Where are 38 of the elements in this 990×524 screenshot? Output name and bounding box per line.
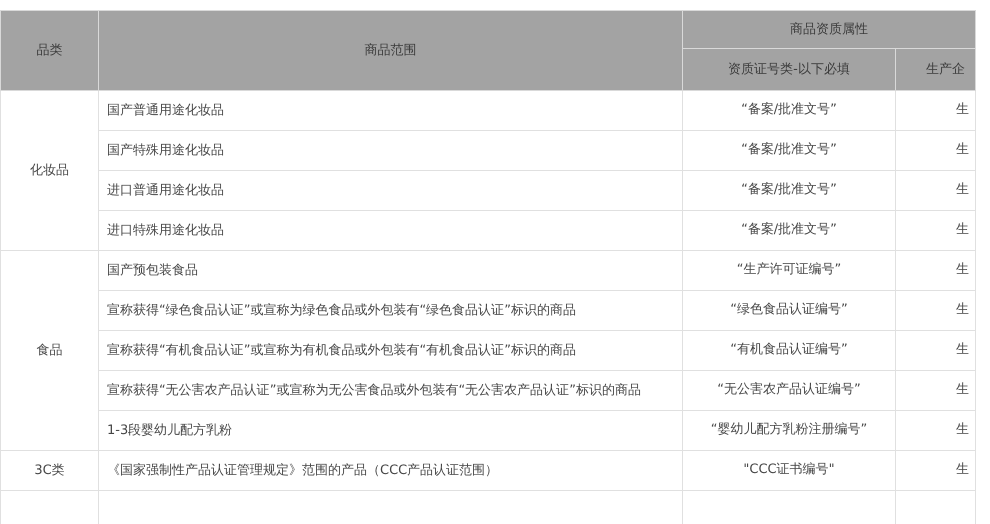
table-cell: “备案/批准文号” xyxy=(682,210,896,250)
table-cell: 生 xyxy=(896,170,976,210)
table-cell: 宣称获得“有机食品认证”或宣称为有机食品或外包装有“有机食品认证”标识的商品 xyxy=(98,330,682,370)
column-header: 生产企 xyxy=(896,48,976,90)
table-cell: 生 xyxy=(896,130,976,170)
table-cell: 生 xyxy=(896,450,976,490)
table-cell: 宣称获得“无公害农产品认证”或宣称为无公害食品或外包装有“无公害农产品认证”标识的商品 xyxy=(98,370,682,410)
table-cell: 生 xyxy=(896,330,976,370)
table-cell: 生 xyxy=(896,410,976,450)
table-cell: 生 xyxy=(896,290,976,330)
table-cell: “绿色食品认证编号” xyxy=(682,290,896,330)
table-cell: 3C类 xyxy=(0,450,98,490)
table-cell: 生 xyxy=(896,90,976,130)
table-cell: 生 xyxy=(896,250,976,290)
table-cell: 《国家强制性产品认证管理规定》范围的产品（CCC产品认证范围） xyxy=(98,450,682,490)
table-cell: “生产许可证编号” xyxy=(682,250,896,290)
column-header: 资质证号类-以下必填 xyxy=(682,48,896,90)
table-cell: "CCC证书编号" xyxy=(682,450,896,490)
table-cell: “有机食品认证编号” xyxy=(682,330,896,370)
table-cell: 生 xyxy=(896,210,976,250)
table-cell: 食品 xyxy=(0,250,98,450)
table-cell: 进口特殊用途化妆品 xyxy=(98,210,682,250)
column-header: 品类 xyxy=(0,10,98,90)
table-cell: 国产特殊用途化妆品 xyxy=(98,130,682,170)
table-cell: “备案/批准文号” xyxy=(682,130,896,170)
table-cell: 国产预包装食品 xyxy=(98,250,682,290)
table-cell: “无公害农产品认证编号” xyxy=(682,370,896,410)
table-cell: 进口普通用途化妆品 xyxy=(98,170,682,210)
table-cell: 生 xyxy=(896,370,976,410)
table-cell: 化妆品 xyxy=(0,90,98,250)
table-cell: 国产普通用途化妆品 xyxy=(98,90,682,130)
table-cell: 宣称获得“绿色食品认证”或宣称为绿色食品或外包装有“绿色食品认证”标识的商品 xyxy=(98,290,682,330)
column-group-header: 商品资质属性 xyxy=(682,10,976,48)
table-cell: “备案/批准文号” xyxy=(682,170,896,210)
table-cell: “备案/批准文号” xyxy=(682,90,896,130)
table-cell: 1-3段婴幼儿配方乳粉 xyxy=(98,410,682,450)
table-cell: “婴幼儿配方乳粉注册编号” xyxy=(682,410,896,450)
column-header: 商品范围 xyxy=(98,10,682,90)
